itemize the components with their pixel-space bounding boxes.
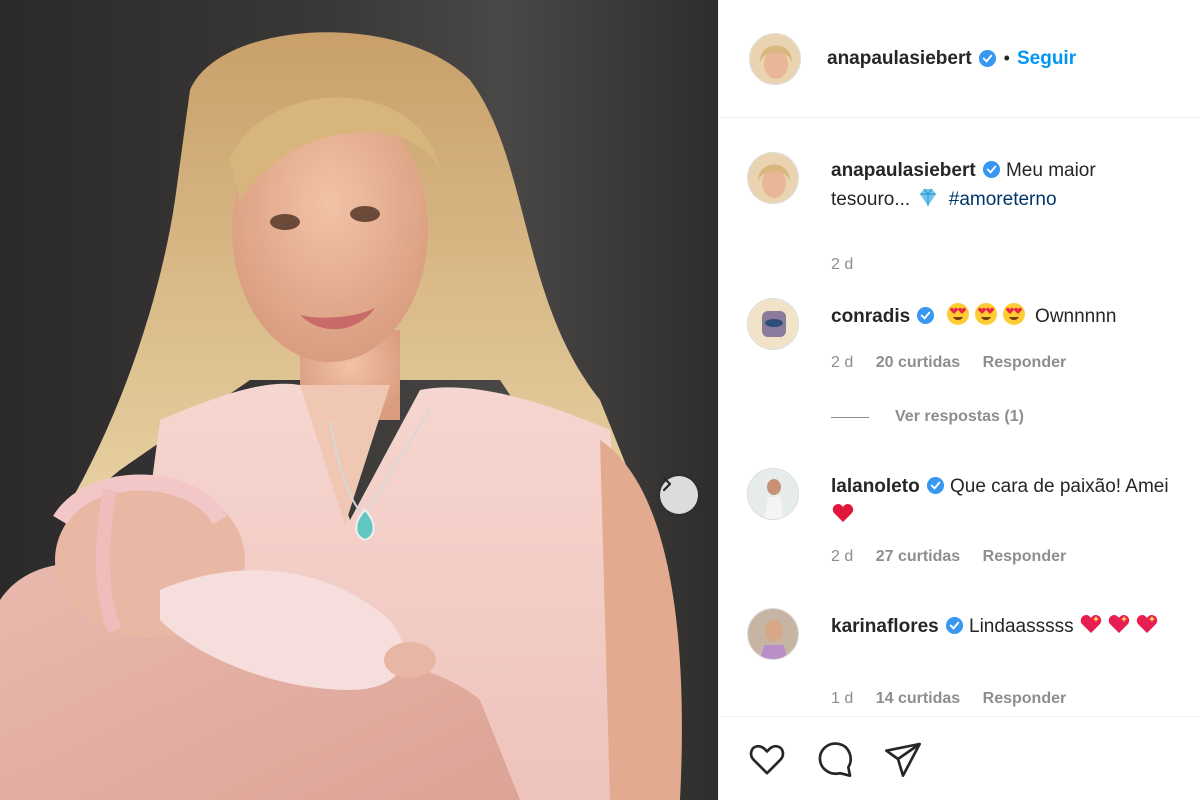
verified-badge-icon bbox=[926, 476, 944, 495]
comment-time[interactable]: 1 d bbox=[831, 690, 853, 707]
comment-icon[interactable] bbox=[815, 739, 855, 779]
comment-time[interactable]: 2 d bbox=[831, 548, 853, 565]
comment-message: Lindaasssss bbox=[969, 616, 1074, 637]
view-replies-button[interactable]: Ver respostas (1) bbox=[831, 408, 1024, 426]
share-icon[interactable] bbox=[883, 739, 923, 779]
commenter-avatar[interactable] bbox=[747, 298, 799, 350]
caption-time[interactable]: 2 d bbox=[831, 256, 853, 273]
red-heart-emoji bbox=[832, 504, 854, 522]
heart-icon[interactable] bbox=[747, 739, 787, 779]
commenter-avatar[interactable] bbox=[747, 468, 799, 520]
caption-username[interactable]: anapaulasiebert bbox=[831, 160, 976, 181]
follow-button[interactable]: Seguir bbox=[1017, 48, 1076, 70]
verified-badge-icon bbox=[917, 306, 935, 325]
chevron-right-icon bbox=[662, 476, 672, 492]
separator-dot: • bbox=[1003, 48, 1010, 68]
comment-meta: 2 d 27 curtidas Responder bbox=[831, 548, 1084, 566]
comment-time[interactable]: 2 d bbox=[831, 354, 853, 371]
reply-button[interactable]: Responder bbox=[983, 548, 1067, 565]
comment-username[interactable]: lalanoleto bbox=[831, 476, 920, 497]
sparkling-heart-emoji bbox=[1080, 615, 1102, 633]
comment-meta: 1 d 14 curtidas Responder bbox=[831, 690, 1084, 708]
comment-likes[interactable]: 14 curtidas bbox=[876, 690, 960, 707]
post-header: anapaulasiebert • Seguir bbox=[719, 0, 1200, 118]
comment-message: Ownnnnn bbox=[1035, 306, 1117, 327]
comment-likes[interactable]: 20 curtidas bbox=[876, 354, 960, 371]
replies-divider bbox=[831, 416, 869, 418]
comments-list[interactable]: anapaulasiebert Meu maior tesouro... #am… bbox=[719, 118, 1200, 716]
gem-emoji bbox=[919, 188, 936, 206]
comment-text: lalanoleto Que cara de paixão! Amei bbox=[831, 472, 1171, 530]
post-photo[interactable] bbox=[0, 0, 718, 800]
comment-message: Que cara de paixão! Amei bbox=[949, 476, 1169, 497]
view-replies-label: Ver respostas (1) bbox=[895, 408, 1024, 425]
heart-eyes-emoji bbox=[1002, 303, 1025, 325]
caption-meta: 2 d bbox=[831, 256, 871, 274]
caption-text: anapaulasiebert Meu maior tesouro... #am… bbox=[831, 156, 1171, 214]
sparkling-heart-emoji bbox=[1108, 615, 1130, 633]
mother-and-baby-photo bbox=[0, 32, 682, 800]
heart-eyes-emoji bbox=[974, 303, 997, 325]
heart-eyes-emoji bbox=[946, 303, 969, 325]
commenter-avatar[interactable] bbox=[747, 608, 799, 660]
comment-text: karinaflores Lindaasssss bbox=[831, 612, 1171, 641]
caption-avatar[interactable] bbox=[747, 152, 799, 204]
next-photo-button[interactable] bbox=[660, 476, 698, 514]
action-bar bbox=[719, 716, 1200, 800]
comment-username[interactable]: karinaflores bbox=[831, 616, 939, 637]
verified-badge-icon bbox=[978, 49, 996, 68]
reply-button[interactable]: Responder bbox=[983, 354, 1067, 371]
comment-text: conradis Ownnnnn bbox=[831, 302, 1171, 331]
comment-username[interactable]: conradis bbox=[831, 306, 910, 327]
comment-likes[interactable]: 27 curtidas bbox=[876, 548, 960, 565]
post-sidebar: anapaulasiebert • Seguir anapaulasiebert… bbox=[718, 0, 1200, 800]
verified-badge-icon bbox=[982, 160, 1000, 179]
sparkling-heart-emoji bbox=[1136, 615, 1158, 633]
hashtag-link[interactable]: #amoreterno bbox=[949, 189, 1057, 210]
author-username[interactable]: anapaulasiebert bbox=[827, 48, 972, 70]
reply-button[interactable]: Responder bbox=[983, 690, 1067, 707]
verified-badge-icon bbox=[945, 616, 963, 635]
author-avatar[interactable] bbox=[749, 32, 801, 85]
comment-meta: 2 d 20 curtidas Responder bbox=[831, 354, 1084, 372]
